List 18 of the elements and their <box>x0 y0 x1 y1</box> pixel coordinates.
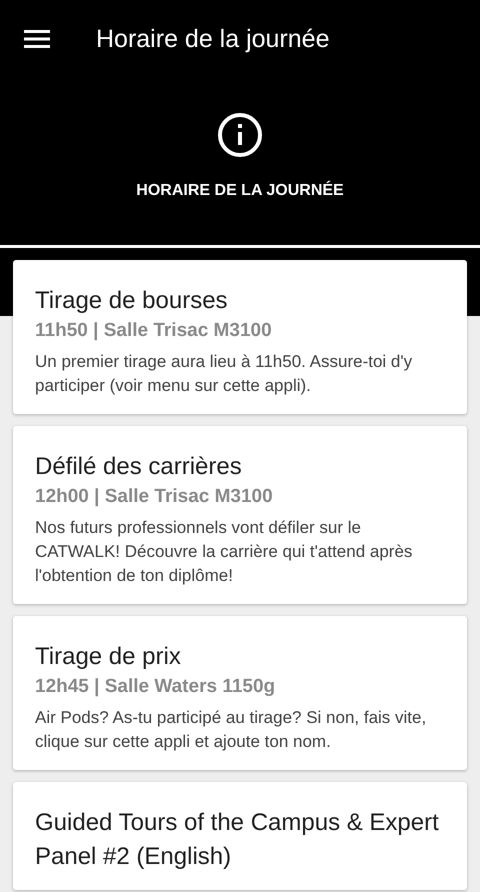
menu-icon[interactable] <box>24 29 50 49</box>
event-time-room: 11h50 | Salle Trisac M3100 <box>35 320 273 342</box>
event-description: Air Pods? As-tu participé au tirage? Si non, fais vite, clique sur cette appli et ajoute ton nom. <box>35 707 428 753</box>
event-title: Tirage de bourses <box>35 286 229 316</box>
event-title: Défilé des carrières <box>35 452 243 482</box>
event-card[interactable]: Guided Tours of the Campus & Expert Panel #2 (English) <box>13 782 467 890</box>
info-icon <box>217 112 263 158</box>
event-card[interactable]: Tirage de prix 12h45 | Salle Waters 1150g Air Pods? As-tu participé au tirage? Si non, fais vite, clique sur cette appli et ajoute ton nom. <box>13 616 467 770</box>
event-time-room: 12h00 | Salle Trisac M3100 <box>35 486 274 508</box>
event-description: Nos futurs professionnels vont défiler sur le CATWALK! Découvre la carrière qui t'attend après l'obtention de ton diplôme! <box>35 517 414 587</box>
event-title: Tirage de prix <box>35 642 182 672</box>
event-card[interactable]: Tirage de bourses 11h50 | Salle Trisac M3100 Un premier tirage aura lieu à 11h50. Assure-toi d'y participer (voir menu sur cette appli). <box>13 260 467 414</box>
event-card[interactable]: Défilé des carrières 12h00 | Salle Trisac M3100 Nos futurs professionnels vont défiler sur le CATWALK! Découvre la carrière qui t'attend après l'obtention de ton diplôme! <box>13 426 467 604</box>
app-title: Horaire de la journée <box>96 24 330 54</box>
event-title: Guided Tours of the Campus & Expert Panel #2 (English) <box>35 808 440 872</box>
event-description: Un premier tirage aura lieu à 11h50. Assure-toi d'y participer (voir menu sur cette appli). <box>35 351 414 397</box>
section-heading: HORAIRE DE LA JOURNÉE <box>136 182 344 200</box>
event-time-room: 12h45 | Salle Waters 1150g <box>35 676 276 698</box>
